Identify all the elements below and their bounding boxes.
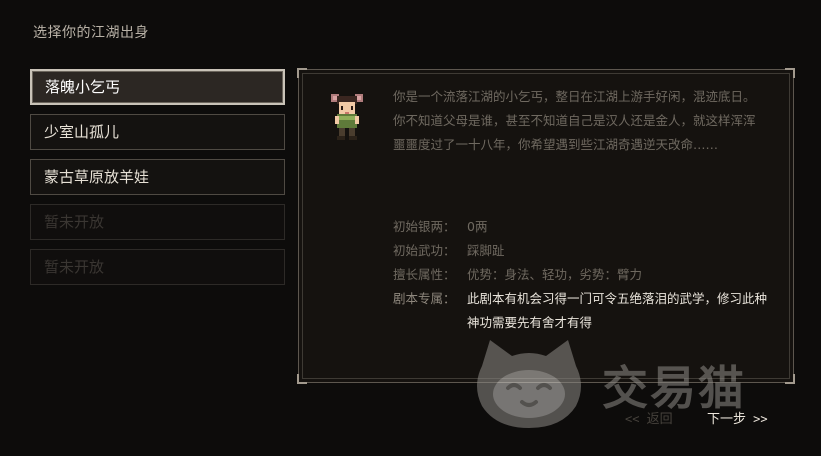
- back-button[interactable]: << 返回: [622, 408, 673, 427]
- page-title: 选择你的江湖出身: [33, 25, 149, 41]
- next-arrow-icon: >>: [753, 412, 768, 426]
- stat-value: 踩脚趾: [467, 243, 505, 258]
- origin-list: 落魄小乞丐 少室山孤儿 蒙古草原放羊娃 暂未开放 暂未开放: [30, 69, 285, 294]
- origin-item-label: 暂未开放: [44, 213, 105, 231]
- origin-item-label: 少室山孤儿: [44, 123, 120, 141]
- stat-row-exclusive: 剧本专属： 此剧本有机会习得一门可令五绝落泪的武学，修习此种神功需要先有舍才有得: [393, 287, 773, 335]
- stat-value: 0两: [467, 219, 488, 234]
- stat-row-starting-silver: 初始银两： 0两: [393, 215, 773, 239]
- panel-corner-ornament: [785, 374, 795, 384]
- stat-value: 优势：身法、轻功，劣势：臂力: [467, 267, 643, 282]
- back-arrow-icon: <<: [625, 412, 640, 426]
- next-button-label: 下一步: [707, 412, 747, 427]
- origin-detail-panel: 你是一个流落江湖的小乞丐，整日在江湖上游手好闲，混迹底日。你不知道父母是谁，甚至…: [297, 68, 795, 384]
- stat-row-attributes: 擅长属性： 优势：身法、轻功，劣势：臂力: [393, 263, 773, 287]
- stat-row-starting-skill: 初始武功： 踩脚趾: [393, 239, 773, 263]
- stat-value: 此剧本有机会习得一门可令五绝落泪的武学，修习此种神功需要先有舍才有得: [467, 291, 768, 330]
- stat-label: 剧本专属：: [393, 291, 456, 306]
- origin-stats: 初始银两： 0两 初始武功： 踩脚趾 擅长属性： 优势：身法、轻功，劣势：臂力 …: [393, 215, 773, 335]
- origin-item-label: 落魄小乞丐: [45, 78, 121, 96]
- stat-label: 初始银两：: [393, 219, 456, 234]
- stat-label: 初始武功：: [393, 243, 456, 258]
- panel-corner-ornament: [785, 68, 795, 78]
- origin-item-label: 暂未开放: [44, 258, 105, 276]
- next-button[interactable]: 下一步 >>: [707, 408, 771, 427]
- origin-item-label: 蒙古草原放羊娃: [44, 168, 150, 186]
- origin-description: 你是一个流落江湖的小乞丐，整日在江湖上游手好闲，混迹底日。你不知道父母是谁，甚至…: [393, 89, 756, 152]
- origin-item-shaolin-orphan[interactable]: 少室山孤儿: [30, 114, 285, 150]
- origin-item-beggar[interactable]: 落魄小乞丐: [30, 69, 285, 105]
- back-button-label: 返回: [646, 412, 673, 427]
- origin-item-locked-2[interactable]: 暂未开放: [30, 249, 285, 285]
- panel-corner-ornament: [297, 68, 307, 78]
- stat-label: 擅长属性：: [393, 267, 456, 282]
- origin-item-mongol-shepherd[interactable]: 蒙古草原放羊娃: [30, 159, 285, 195]
- origin-item-locked-1[interactable]: 暂未开放: [30, 204, 285, 240]
- panel-corner-ornament: [297, 374, 307, 384]
- origin-select-screen: 选择你的江湖出身 落魄小乞丐 少室山孤儿 蒙古草原放羊娃 暂未开放 暂未开放 你…: [0, 0, 821, 456]
- beggar-girl-sprite-icon: [327, 90, 367, 142]
